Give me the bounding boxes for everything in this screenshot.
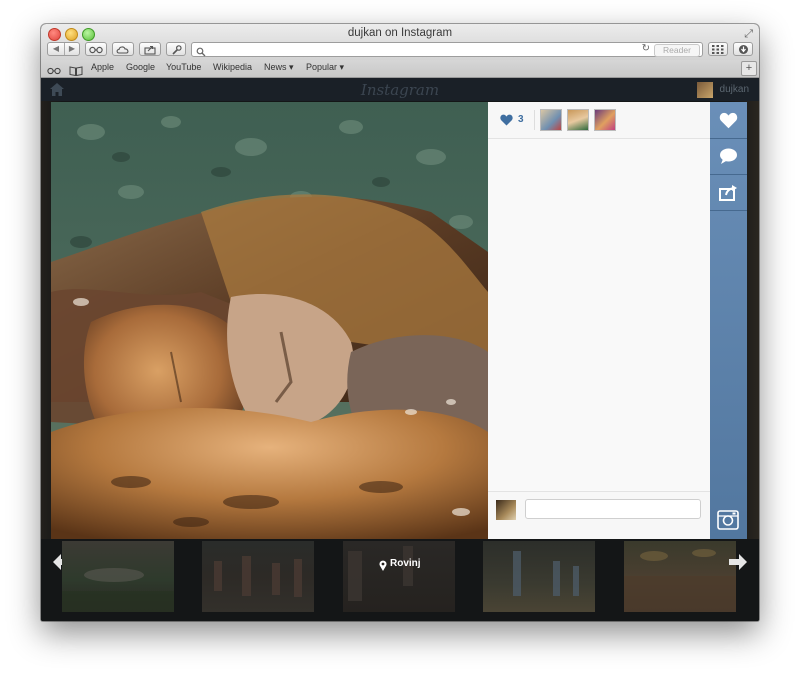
like-count[interactable]: 3: [518, 114, 524, 125]
share-arrow-icon[interactable]: [719, 184, 738, 206]
comment-input[interactable]: [525, 499, 701, 519]
viewer-avatar: [496, 500, 516, 520]
downloads-icon[interactable]: [733, 42, 753, 56]
bookmarks-bar: Apple Google YouTube Wikipedia News ▾ Po…: [41, 60, 759, 78]
top-sites-icon[interactable]: [708, 42, 728, 56]
instagram-camera-icon[interactable]: [717, 510, 739, 535]
location-pin-icon: [379, 558, 387, 576]
comment-divider: [488, 491, 710, 492]
window-title: dujkan on Instagram: [347, 27, 453, 39]
liker-avatar[interactable]: [540, 109, 562, 131]
liker-divider: [534, 110, 535, 130]
instagram-header: Instagram dujkan: [41, 78, 759, 101]
browser-window: dujkan on Instagram ⤢ ◀ ▶ ↻ Reader Apple…: [41, 24, 759, 621]
back-forward-control: ◀ ▶: [47, 42, 80, 56]
forward-button[interactable]: ▶: [64, 43, 80, 55]
filmstrip-thumbnail[interactable]: [62, 541, 174, 612]
reading-list-icon[interactable]: [85, 42, 107, 56]
instagram-logo[interactable]: Instagram: [41, 81, 759, 99]
heart-icon[interactable]: [500, 113, 513, 131]
action-divider: [710, 138, 747, 139]
page-content: Instagram dujkan 3 Rovinj: [41, 78, 759, 621]
photo-filmstrip: Rovinj: [41, 539, 759, 621]
filmstrip-thumbnail[interactable]: [483, 541, 595, 612]
reader-button[interactable]: Reader: [654, 44, 700, 57]
next-photo-arrow-icon[interactable]: [729, 554, 747, 575]
header-avatar[interactable]: [697, 82, 713, 98]
filmstrip-thumbnail-current[interactable]: Rovinj: [343, 541, 455, 612]
post-photo[interactable]: [51, 102, 488, 539]
like-heart-icon[interactable]: [719, 112, 738, 134]
icloud-tabs-icon[interactable]: [112, 42, 134, 56]
action-divider: [710, 174, 747, 175]
action-sidebar: [710, 102, 747, 539]
comment-bubble-icon[interactable]: [719, 148, 738, 170]
reload-icon[interactable]: ↻: [642, 43, 650, 54]
filmstrip-thumbnail[interactable]: [202, 541, 314, 612]
filmstrip-thumbnail[interactable]: [624, 541, 736, 612]
bookmark-news-folder[interactable]: News ▾: [264, 62, 294, 73]
header-username[interactable]: dujkan: [720, 84, 749, 95]
wrench-icon[interactable]: [166, 42, 186, 56]
new-tab-button[interactable]: +: [741, 61, 757, 76]
comments-area: [488, 139, 710, 491]
share-icon[interactable]: [139, 42, 161, 56]
title-bar: dujkan on Instagram ⤢ ◀ ▶ ↻ Reader: [41, 24, 759, 60]
bookmark-google[interactable]: Google: [126, 62, 155, 72]
back-button[interactable]: ◀: [48, 43, 65, 55]
bookmark-apple[interactable]: Apple: [91, 62, 114, 72]
bookmark-youtube[interactable]: YouTube: [166, 62, 201, 72]
bookmark-popular-folder[interactable]: Popular ▾: [306, 62, 344, 73]
action-divider: [710, 210, 747, 211]
liker-avatar[interactable]: [594, 109, 616, 131]
post-detail-panel: 3: [488, 102, 710, 539]
location-label[interactable]: Rovinj: [390, 558, 421, 569]
address-bar[interactable]: ↻ Reader: [191, 42, 703, 57]
bookmark-wikipedia[interactable]: Wikipedia: [213, 62, 252, 72]
liker-avatar[interactable]: [567, 109, 589, 131]
fullscreen-icon[interactable]: ⤢: [744, 28, 753, 41]
